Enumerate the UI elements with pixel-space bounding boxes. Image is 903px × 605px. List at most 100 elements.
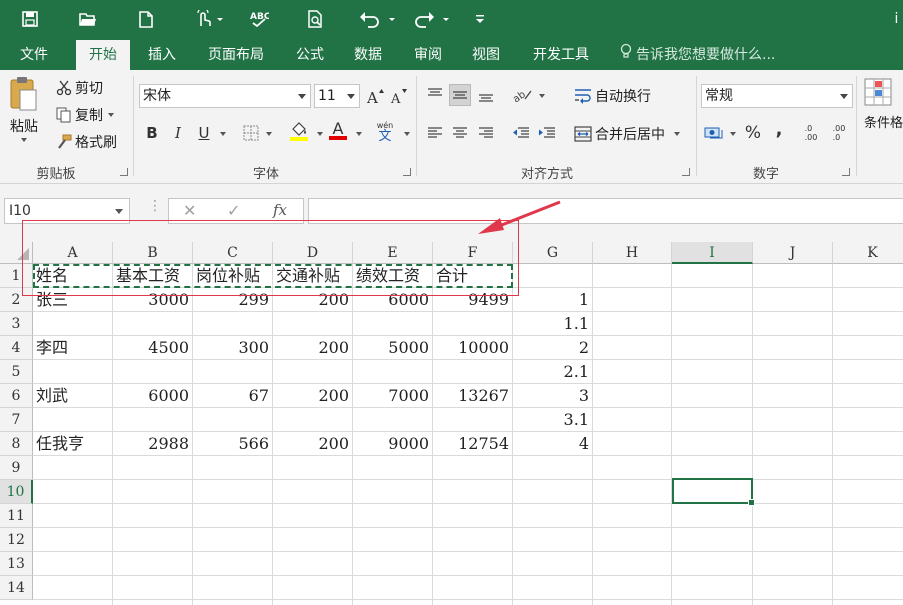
name-box[interactable]: I10 (4, 198, 130, 224)
row-header-12[interactable]: 12 (0, 528, 33, 552)
decrease-indent-icon[interactable] (510, 122, 532, 144)
cell-e2[interactable]: 6000 (353, 288, 433, 312)
font-color-button[interactable]: A (327, 120, 349, 142)
row-header-8[interactable]: 8 (0, 432, 33, 456)
align-center-icon[interactable] (449, 122, 471, 144)
cell-a6[interactable]: 刘武 (33, 384, 113, 408)
cell-g4[interactable]: 2 (513, 336, 593, 360)
column-header-j[interactable]: J (753, 242, 833, 264)
increase-indent-icon[interactable] (536, 122, 558, 144)
accounting-format-icon[interactable] (703, 122, 725, 144)
cell-e1[interactable]: 绩效工资 (353, 264, 433, 288)
align-top-icon[interactable] (424, 84, 446, 106)
fill-color-dropdown-icon[interactable] (317, 132, 323, 136)
alignment-launcher-icon[interactable] (682, 168, 690, 176)
row-header-10[interactable]: 10 (0, 480, 33, 504)
italic-button[interactable]: I (167, 122, 189, 144)
row-header-14[interactable]: 14 (0, 576, 33, 600)
cell-f2[interactable]: 9499 (433, 288, 513, 312)
number-format-select[interactable]: 常规 (701, 84, 853, 108)
cell-f4[interactable]: 10000 (433, 336, 513, 360)
cell-g7[interactable]: 3.1 (513, 408, 593, 432)
number-launcher-icon[interactable] (842, 168, 850, 176)
new-file-icon[interactable] (134, 7, 158, 31)
font-color-dropdown-icon[interactable] (356, 132, 362, 136)
row-header-11[interactable]: 11 (0, 504, 33, 528)
column-header-b[interactable]: B (113, 242, 193, 264)
cell-a8[interactable]: 任我亨 (33, 432, 113, 456)
font-name-select[interactable]: 宋体 (139, 84, 311, 108)
cell-b2[interactable]: 3000 (113, 288, 193, 312)
cell-e6[interactable]: 7000 (353, 384, 433, 408)
row-header-6[interactable]: 6 (0, 384, 33, 408)
cell-d4[interactable]: 200 (273, 336, 353, 360)
insert-function-icon[interactable]: fx (273, 201, 287, 219)
row-header-13[interactable]: 13 (0, 552, 33, 576)
tab-page-layout[interactable]: 页面布局 (198, 40, 274, 70)
phonetic-guide-button[interactable]: wén 文 (374, 120, 396, 143)
column-header-d[interactable]: D (273, 242, 353, 264)
borders-icon[interactable] (240, 122, 262, 144)
cell-c6[interactable]: 67 (193, 384, 273, 408)
worksheet-grid[interactable]: A B C D E F G H I J K 1 2 3 4 5 6 7 8 9 … (0, 242, 903, 605)
row-header-1[interactable]: 1 (0, 264, 33, 288)
column-header-f[interactable]: F (433, 242, 513, 264)
spelling-check-icon[interactable]: ABC (247, 7, 271, 31)
cell-c4[interactable]: 300 (193, 336, 273, 360)
copy-button[interactable]: 复制 (56, 105, 114, 125)
column-header-k[interactable]: K (833, 242, 903, 264)
align-right-icon[interactable] (475, 122, 497, 144)
tab-home[interactable]: 开始 (76, 40, 130, 70)
cell-b4[interactable]: 4500 (113, 336, 193, 360)
accounting-dropdown-icon[interactable] (730, 132, 736, 136)
cell-a1[interactable]: 姓名 (33, 264, 113, 288)
align-left-icon[interactable] (424, 122, 446, 144)
cell-a2[interactable]: 张三 (33, 288, 113, 312)
save-icon[interactable] (18, 7, 42, 31)
align-bottom-icon[interactable] (475, 84, 497, 106)
tab-data[interactable]: 数据 (346, 40, 390, 70)
cell-e4[interactable]: 5000 (353, 336, 433, 360)
customize-quick-access-icon[interactable] (470, 7, 490, 31)
bold-button[interactable]: B (141, 122, 163, 144)
cell-b6[interactable]: 6000 (113, 384, 193, 408)
tab-developer[interactable]: 开发工具 (524, 40, 598, 70)
column-header-g[interactable]: G (513, 242, 593, 264)
column-header-e[interactable]: E (353, 242, 433, 264)
cell-g3[interactable]: 1.1 (513, 312, 593, 336)
tab-insert[interactable]: 插入 (140, 40, 184, 70)
cell-d8[interactable]: 200 (273, 432, 353, 456)
borders-dropdown-icon[interactable] (266, 132, 272, 136)
wrap-text-button[interactable]: 自动换行 (574, 86, 651, 106)
formula-bar-grip-icon[interactable]: ⋮ (148, 199, 162, 213)
paste-button[interactable]: 粘贴 (8, 76, 40, 142)
print-preview-icon[interactable] (304, 7, 328, 31)
row-header-2[interactable]: 2 (0, 288, 33, 312)
font-launcher-icon[interactable] (403, 168, 411, 176)
underline-dropdown-icon[interactable] (220, 132, 226, 136)
formula-input[interactable] (308, 198, 903, 224)
orientation-dropdown-icon[interactable] (539, 94, 545, 98)
tab-review[interactable]: 审阅 (406, 40, 450, 70)
tell-me-search[interactable]: 告诉我您想要做什么... (620, 40, 775, 70)
font-size-select[interactable]: 11 (314, 84, 360, 108)
cell-e8[interactable]: 9000 (353, 432, 433, 456)
active-cell-i10[interactable] (672, 478, 755, 506)
align-middle-icon[interactable] (449, 84, 471, 106)
clipboard-launcher-icon[interactable] (120, 168, 128, 176)
cell-a4[interactable]: 李四 (33, 336, 113, 360)
shrink-font-icon[interactable]: A (388, 85, 410, 107)
row-header-5[interactable]: 5 (0, 360, 33, 384)
cell-c1[interactable]: 岗位补贴 (193, 264, 273, 288)
row-header-4[interactable]: 4 (0, 336, 33, 360)
column-header-h[interactable]: H (593, 242, 672, 264)
undo-icon[interactable] (356, 7, 400, 31)
cell-d2[interactable]: 200 (273, 288, 353, 312)
format-painter-button[interactable]: 格式刷 (56, 132, 117, 152)
row-header-3[interactable]: 3 (0, 312, 33, 336)
touch-mode-icon[interactable] (190, 7, 230, 31)
cell-c2[interactable]: 299 (193, 288, 273, 312)
row-header-7[interactable]: 7 (0, 408, 33, 432)
fill-color-icon[interactable] (288, 120, 310, 142)
column-header-i[interactable]: I (672, 242, 753, 264)
